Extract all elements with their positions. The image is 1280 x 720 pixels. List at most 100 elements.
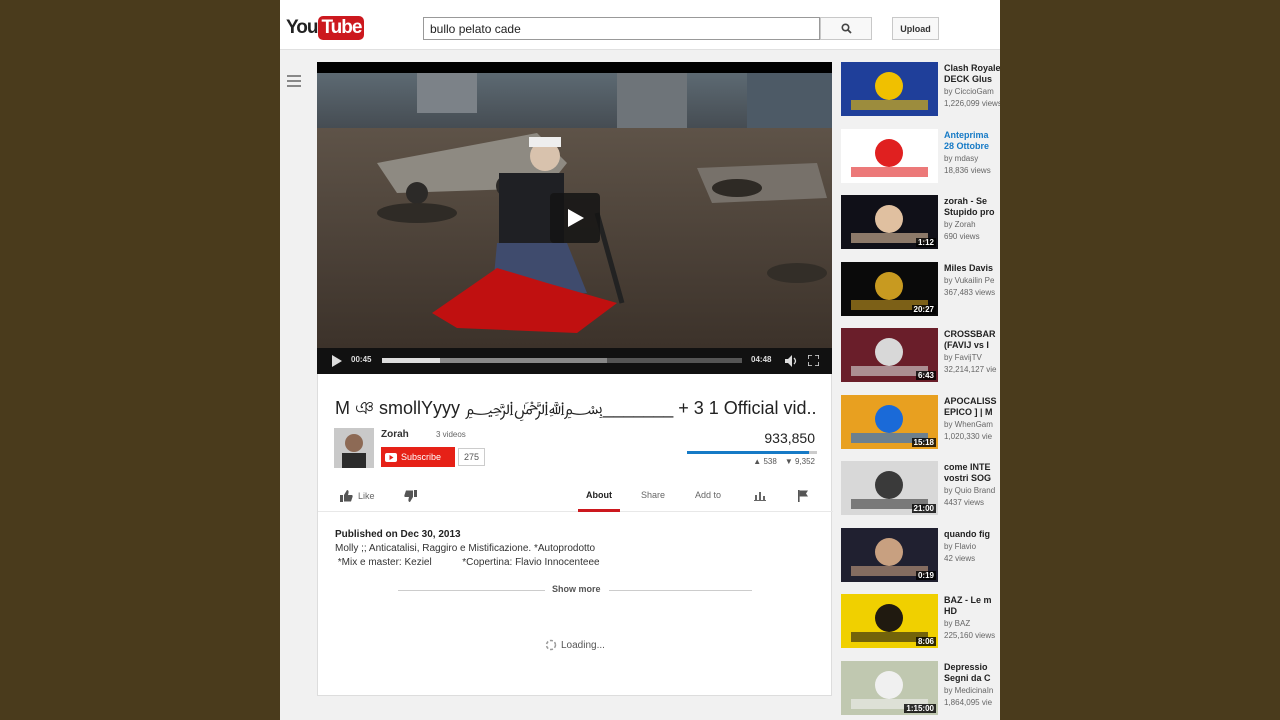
dislikes-count-group[interactable]: ▼ 9,352 [785,457,815,466]
video-duration: 15:18 [911,437,936,447]
youtube-page: You Tube bullo pelato cade Upload 00:45 … [280,0,1000,720]
related-video-title[interactable]: Miles Davis [944,263,1000,274]
related-video-title-line-2: EPICO ] | M [944,406,993,417]
related-video-title[interactable]: Depressio Segni da C [944,662,1000,684]
related-video-title[interactable]: come INTE vostri SOG [944,462,1000,484]
dislike-button[interactable] [404,490,417,502]
related-video-title-line-1: come INTE [944,462,991,472]
related-video-views: 1,226,099 views [944,99,1000,108]
video-thumbnail[interactable]: 8:06 [841,594,938,648]
related-video-title-line-1: Clash Royale DECK Glush [944,63,1000,73]
related-video-item[interactable]: 1:15:00 Depressio Segni da C by MedicinaIn 1… [841,660,1000,717]
video-thumbnail[interactable]: 6:43 [841,328,938,382]
progress-played [382,358,440,363]
search-input[interactable]: bullo pelato cade [423,17,820,40]
active-tab-underline [578,509,620,512]
published-date: Published on Dec 30, 2013 [335,529,461,540]
related-video-channel[interactable]: by mdasy [944,154,1000,163]
like-button[interactable]: Like [340,490,375,502]
video-thumbnail[interactable]: 0:19 [841,527,938,582]
logo-tube-text: Tube [318,16,365,40]
related-video-item[interactable]: 15:18 APOCALISS EPICO ] | M by WhenGam 1,020… [841,394,1000,451]
related-video-title[interactable]: zorah - Se Stupido pro [944,196,1000,218]
related-video-views: 1,020,330 vie [944,431,993,441]
related-video-channel[interactable]: by WhenGam [944,420,1000,429]
related-video-title-line-2: (FAVIJ vs I [944,340,989,350]
related-video-title[interactable]: quando fig [944,529,1000,540]
youtube-logo[interactable]: You Tube [286,16,365,40]
play-button[interactable] [331,355,342,367]
video-thumbnail[interactable]: 15:18 [841,394,938,449]
related-video-title-line-1: Depressio [944,661,988,672]
loading-label: Loading... [561,639,605,651]
related-video-channel[interactable]: by Zorah [944,220,1000,229]
action-bar: Like About Share Add to [318,480,833,512]
stats-button[interactable] [754,490,766,501]
related-video-title-line-2: DECK Glus [944,74,993,84]
divider-left [398,590,545,591]
video-thumbnail[interactable]: 1:15:00 [841,660,938,715]
related-video-channel[interactable]: by Vukailin Pe [944,276,1000,285]
related-video-channel[interactable]: by Flavio [944,542,1000,551]
related-video-views: 1,864,095 vie [944,697,993,707]
related-video-views: 42 views [944,553,976,563]
related-video-item[interactable]: 6:43 CROSSBAR (FAVIJ vs I by FavijTV 32,214,… [841,328,1000,384]
related-video-channel[interactable]: by FavijTV [944,353,1000,362]
sentiment-likes [687,451,810,454]
divider-right [609,590,752,591]
tab-share[interactable]: Share [641,490,665,500]
related-video-channel[interactable]: by Quio Brand [944,486,1000,495]
fullscreen-icon[interactable] [808,355,819,366]
channel-avatar[interactable] [334,428,374,468]
related-video-item[interactable]: Anteprima 28 Ottobre by mdasy 18,836 views [841,128,1000,185]
video-duration: 1:12 [915,238,936,247]
related-video-title[interactable]: Clash Royale DECK GlushDECK Glus [944,63,1000,85]
tab-add-to[interactable]: Add to [695,490,721,500]
guide-menu-icon[interactable] [287,75,301,87]
video-description: Published on Dec 30, 2013 Molly ;; Antic… [335,528,600,570]
related-video-item[interactable]: 0:19 quando fig by Flavio 42 views [841,527,1000,584]
subscribe-button[interactable]: Subscribe [381,447,455,467]
description-line-2: *Mix e master: Keziel *Copertina: Flavio… [335,557,600,568]
related-video-title[interactable]: BAZ - Le m HD [944,595,1000,617]
volume-icon[interactable] [785,355,798,367]
related-video-item[interactable]: Clash Royale DECK GlushDECK Glus by Cicci… [841,62,1000,118]
related-video-item[interactable]: 20:27 Miles Davis by Vukailin Pe 367,483 vi… [841,261,1000,318]
current-time: 00:45 [351,355,372,364]
thumb-up-small-icon: ▲ [753,457,762,466]
thumb-down-small-icon: ▼ [784,457,793,466]
related-video-item[interactable]: 21:00 come INTE vostri SOG by Quio Brand 443… [841,461,1000,517]
play-overlay-button[interactable] [550,193,600,243]
youtube-play-icon [385,452,397,462]
related-video-title[interactable]: Anteprima 28 Ottobre [944,130,1000,152]
channel-videos-count[interactable]: 3 videos [436,430,466,439]
related-video-title-line-1: Miles Davis [944,262,994,273]
show-more-button[interactable]: Show more [552,584,601,594]
video-thumbnail[interactable]: 1:12 [841,195,938,249]
related-video-item[interactable]: 8:06 BAZ - Le m HD by BAZ 225,160 views [841,594,1000,650]
related-video-views: 18,836 views [944,165,991,175]
related-video-views: 4437 views [944,498,985,507]
video-thumbnail[interactable] [841,62,938,116]
report-button[interactable] [798,490,809,502]
related-video-title-line-1: quando fig [944,528,990,539]
video-thumbnail[interactable]: 21:00 [841,461,938,515]
related-video-title[interactable]: CROSSBAR (FAVIJ vs I [944,329,1000,351]
likes-count-group[interactable]: ▲ 538 [753,457,777,466]
related-video-item[interactable]: 1:12 zorah - Se Stupido pro by Zorah 690 vie… [841,195,1000,251]
progress-bar[interactable] [382,358,742,363]
related-video-title[interactable]: APOCALISS EPICO ] | M [944,396,1000,418]
related-video-channel[interactable]: by MedicinaIn [944,686,1000,695]
search-button[interactable] [820,17,872,40]
channel-name[interactable]: Zorah [381,429,409,440]
related-video-title-line-2: Stupido pro [944,207,995,217]
video-thumbnail[interactable]: 20:27 [841,261,938,316]
related-video-views: 367,483 views [944,287,996,297]
tab-about[interactable]: About [586,490,612,500]
video-player[interactable]: 00:45 04:48 [317,62,832,374]
upload-button[interactable]: Upload [892,17,939,40]
related-video-title-line-1: APOCALISS [944,395,997,406]
related-video-channel[interactable]: by CiccioGam [944,87,1000,96]
video-thumbnail[interactable] [841,128,938,183]
related-video-channel[interactable]: by BAZ [944,619,1000,628]
